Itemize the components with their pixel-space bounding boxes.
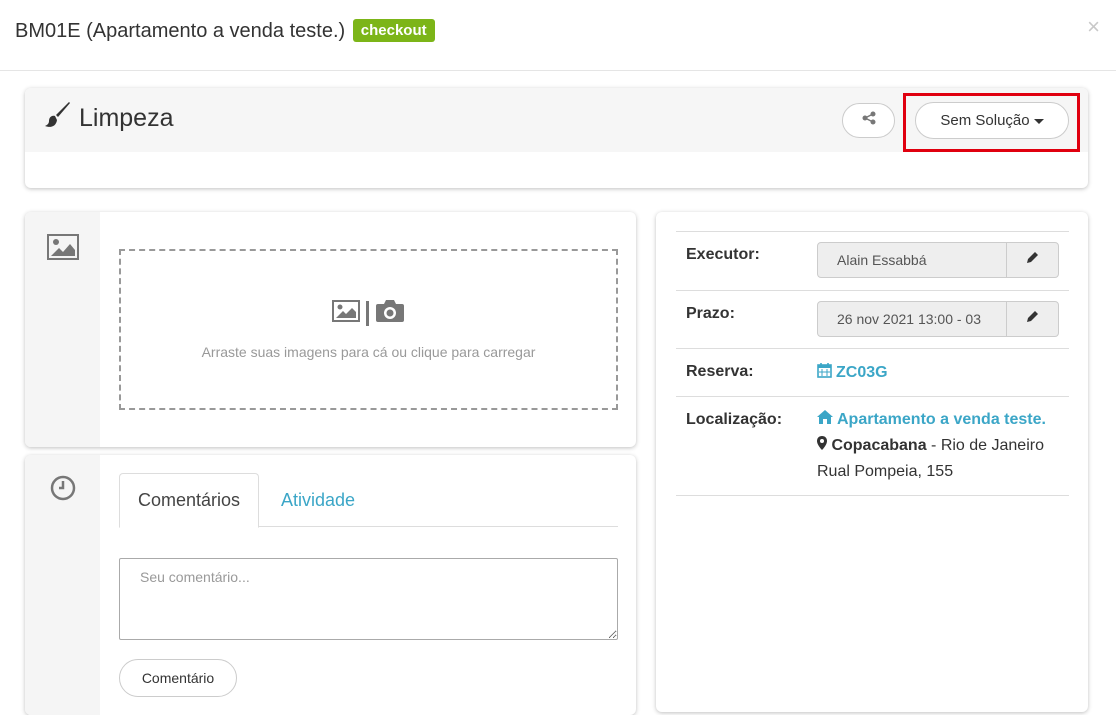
pencil-icon bbox=[1026, 251, 1039, 269]
camera-icon bbox=[375, 299, 405, 328]
details-table: Executor: Alain Essabbá Prazo: 26 nov 20… bbox=[676, 231, 1069, 496]
edit-executor-button[interactable] bbox=[1006, 243, 1058, 277]
picture-icon bbox=[332, 300, 360, 327]
divider bbox=[366, 301, 369, 326]
comments-side-strip bbox=[25, 455, 100, 715]
image-side-strip bbox=[25, 212, 100, 447]
task-card: Limpeza Sem Solução bbox=[25, 88, 1088, 188]
picture-icon bbox=[47, 234, 79, 265]
solution-dropdown-button[interactable]: Sem Solução bbox=[915, 102, 1069, 139]
task-header: Limpeza Sem Solução bbox=[25, 88, 1088, 152]
booking-link[interactable]: ZC03G bbox=[817, 362, 888, 383]
calendar-icon bbox=[817, 362, 832, 383]
location-address: Apartamento a venda teste. Copacabana - … bbox=[817, 407, 1046, 485]
pencil-icon bbox=[1026, 310, 1039, 328]
comment-button[interactable]: Comentário bbox=[119, 659, 237, 697]
executor-row: Executor: Alain Essabbá bbox=[676, 231, 1069, 290]
edit-deadline-button[interactable] bbox=[1006, 302, 1058, 336]
modal-title: BM01E (Apartamento a venda teste.) check… bbox=[15, 19, 435, 43]
brush-icon bbox=[45, 102, 71, 135]
unit-title: BM01E (Apartamento a venda teste.) bbox=[15, 20, 346, 42]
comment-tabs: Comentários Atividade bbox=[119, 473, 618, 528]
comments-card: Comentários Atividade Comentário bbox=[25, 455, 636, 715]
booking-label: Reserva: bbox=[686, 363, 754, 380]
deadline-row: Prazo: 26 nov 2021 13:00 - 03 bbox=[676, 290, 1069, 348]
share-button[interactable] bbox=[842, 103, 895, 138]
executor-value: Alain Essabbá bbox=[837, 252, 927, 268]
booking-code: ZC03G bbox=[836, 363, 888, 381]
street: Rual Pompeia, 155 bbox=[817, 463, 954, 480]
status-badge: checkout bbox=[352, 19, 435, 42]
image-dropzone[interactable]: Arraste suas imagens para cá ou clique p… bbox=[119, 249, 618, 410]
modal-header: BM01E (Apartamento a venda teste.) check… bbox=[0, 0, 1116, 71]
dropzone-icons bbox=[121, 299, 616, 328]
image-card: Arraste suas imagens para cá ou clique p… bbox=[25, 212, 636, 447]
comment-input[interactable] bbox=[119, 558, 618, 640]
deadline-label: Prazo: bbox=[686, 305, 735, 322]
location-label: Localização: bbox=[686, 411, 783, 428]
tab-activity[interactable]: Atividade bbox=[259, 473, 377, 527]
neighborhood: Copacabana bbox=[831, 437, 927, 454]
property-link[interactable]: Apartamento a venda teste. bbox=[817, 407, 1046, 433]
deadline-field: 26 nov 2021 13:00 - 03 bbox=[817, 301, 1059, 337]
executor-label: Executor: bbox=[686, 246, 760, 263]
executor-field: Alain Essabbá bbox=[817, 242, 1059, 278]
caret-down-icon bbox=[1033, 112, 1044, 129]
neighborhood-line: Copacabana - Rio de Janeiro bbox=[817, 433, 1046, 459]
home-icon bbox=[817, 407, 833, 433]
clock-icon bbox=[50, 475, 76, 506]
dropzone-text: Arraste suas imagens para cá ou clique p… bbox=[201, 344, 536, 360]
close-button[interactable]: × bbox=[1087, 14, 1100, 40]
booking-row: Reserva: ZC03G bbox=[676, 348, 1069, 396]
city: - Rio de Janeiro bbox=[926, 437, 1044, 454]
property-name: Apartamento a venda teste. bbox=[837, 411, 1046, 428]
location-row: Localização: Apartamento a venda teste. bbox=[676, 396, 1069, 496]
tab-comments[interactable]: Comentários bbox=[119, 473, 259, 528]
solution-label: Sem Solução bbox=[940, 112, 1030, 129]
deadline-value: 26 nov 2021 13:00 - 03 bbox=[837, 311, 982, 327]
share-icon bbox=[862, 111, 876, 130]
task-title-text: Limpeza bbox=[79, 104, 174, 132]
map-marker-icon bbox=[817, 436, 831, 454]
task-title: Limpeza bbox=[45, 102, 174, 135]
details-card: Executor: Alain Essabbá Prazo: 26 nov 20… bbox=[656, 212, 1088, 712]
